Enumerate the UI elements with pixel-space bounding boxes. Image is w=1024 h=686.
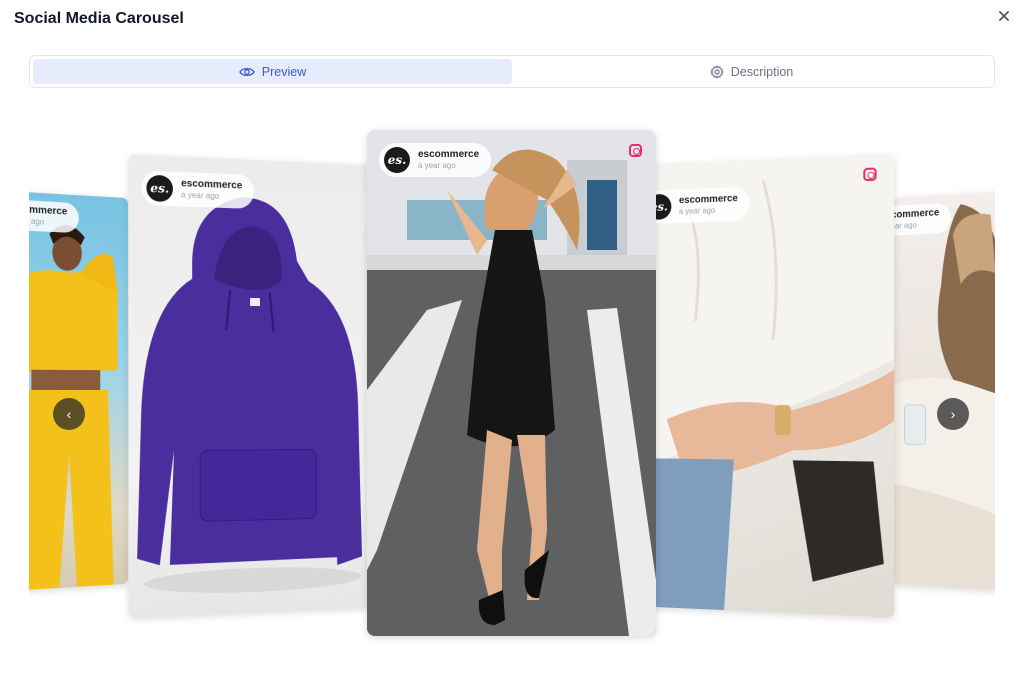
account-badge: es. escommerce a year ago [379,143,492,177]
next-button[interactable]: › [937,398,969,430]
woman-curly-hair-illustration [893,201,995,591]
close-icon [999,11,1009,21]
post-image [647,154,895,618]
account-name: escommerce [418,149,480,160]
account-badge: escommerce a year ago [29,198,80,234]
post-card[interactable]: es. escommerce a year ago [128,154,374,618]
chevron-right-icon: › [950,406,956,422]
view-tabs: Preview Description [29,55,995,88]
post-time: a year ago [893,220,917,232]
account-name: escommerce [678,193,738,207]
post-image [367,130,656,636]
tab-description[interactable]: Description [512,59,991,84]
purple-hoodie-illustration [137,193,362,597]
post-card[interactable]: es. escommerce a year ago [647,154,895,618]
account-badge: es. escommerce a year ago [141,170,255,210]
gear-icon [710,64,724,79]
woman-yellow-tracksuit-illustration [29,224,118,591]
post-card[interactable]: escommerce a year ago [893,191,995,591]
post-image [128,154,374,618]
carousel-stage: escommerce a year ago escommerce a [29,100,995,660]
instagram-icon [629,144,642,157]
prev-button[interactable]: ‹ [53,398,85,430]
account-badge: es. escommerce a year ago [647,186,750,225]
post-image [29,191,128,591]
post-time: a year ago [418,161,456,170]
chevron-left-icon: ‹ [66,406,72,422]
woman-black-dress-illustration [367,130,656,636]
tab-preview[interactable]: Preview [33,59,512,84]
instagram-icon [863,167,877,182]
post-image [893,191,995,591]
close-button[interactable] [994,6,1014,26]
post-time: a year ago [678,205,716,217]
modal-title: Social Media Carousel [14,10,184,27]
account-avatar: es. [384,147,410,173]
account-avatar: es. [146,174,173,203]
post-card-active[interactable]: es. escommerce a year ago [367,130,656,636]
post-card[interactable]: escommerce a year ago [29,191,128,591]
white-shirt-bracelet-illustration [647,154,895,611]
eye-icon [239,67,255,76]
tab-description-label: Description [730,64,794,79]
carousel-modal: Social Media Carousel Preview Descriptio… [0,0,1024,686]
tab-preview-label: Preview [261,64,307,79]
account-badge: escommerce a year ago [893,202,952,237]
